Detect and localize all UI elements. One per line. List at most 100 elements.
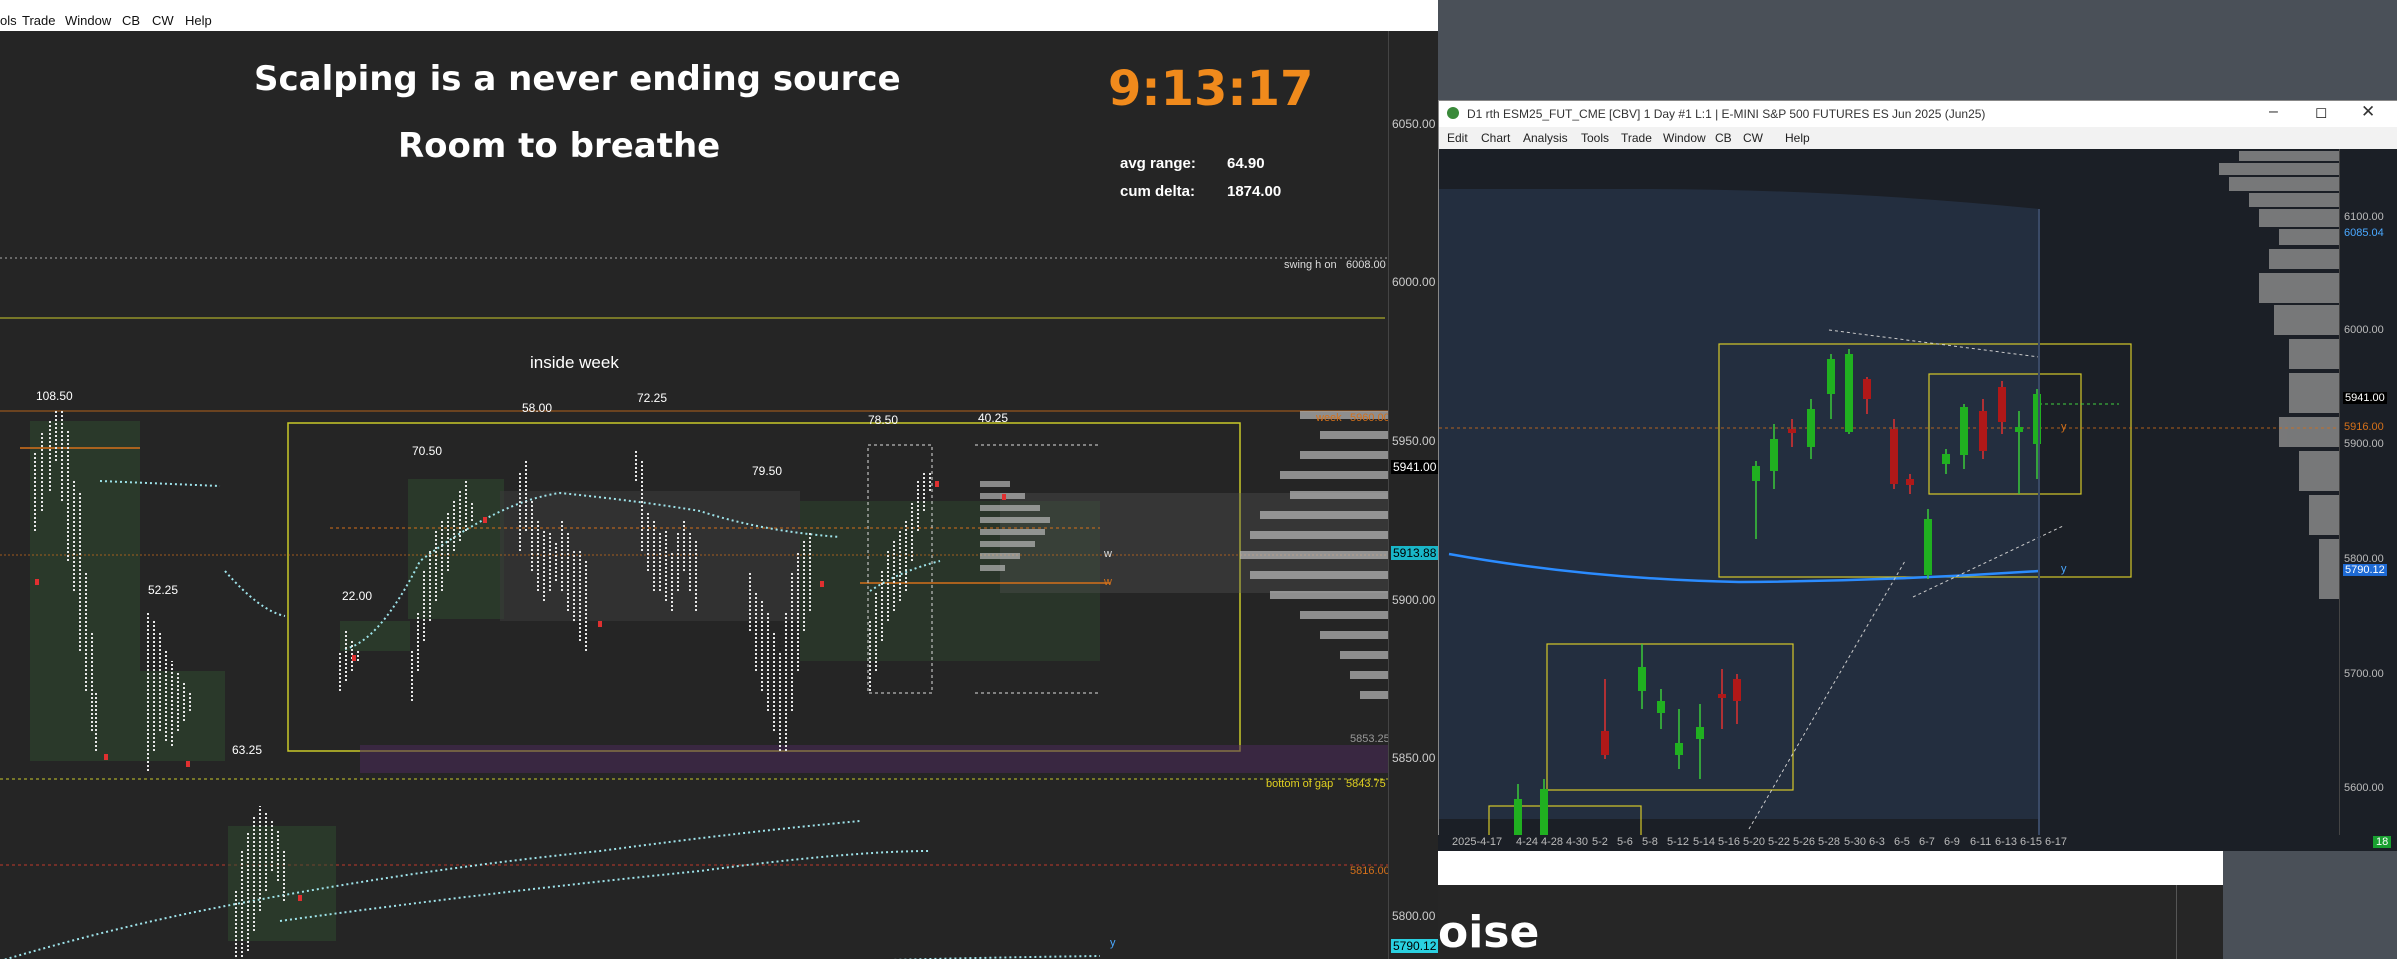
bar-label: 79.50 — [752, 464, 783, 478]
week-label: week — [1316, 412, 1342, 424]
axis-label: 5600.00 — [2344, 782, 2384, 794]
bar-label: 108.50 — [36, 389, 73, 403]
menu-tools[interactable]: ols — [0, 13, 17, 28]
left-price-axis[interactable]: 6050.00 6000.00 5950.00 5941.00 5913.88 … — [1388, 31, 1438, 959]
minimize-icon[interactable]: – — [2269, 103, 2278, 121]
date-label: 5-28 — [1818, 836, 1841, 848]
menu-help[interactable]: Help — [185, 13, 212, 28]
daily-chart[interactable]: y y — [1439, 149, 2339, 837]
axis-label: 6000.00 — [2344, 324, 2384, 336]
bar-label: 58.00 — [522, 401, 553, 415]
bottom-window: oise — [1438, 885, 2223, 959]
axis-label: 5916.00 — [2344, 421, 2384, 433]
axis-label: 5900.00 — [2344, 438, 2384, 450]
menu-analysis[interactable]: Analysis — [1523, 131, 1568, 145]
headline-2: Room to breathe — [398, 126, 721, 166]
bar-label: 22.00 — [342, 589, 373, 603]
bar-label: 63.25 — [232, 743, 263, 757]
date-label: 5-14 — [1693, 836, 1716, 848]
bar-label: 40.25 — [978, 411, 1009, 425]
date-label: 4-30 — [1566, 836, 1589, 848]
date-label: 2025-4-17 — [1452, 836, 1503, 848]
date-label: 5-8 — [1642, 836, 1658, 848]
date-label: 5-22 — [1768, 836, 1791, 848]
cum-delta-value: 1874.00 — [1227, 183, 1282, 200]
w-marker: w — [1104, 548, 1112, 560]
axis-label: 6050.00 — [1392, 117, 1436, 131]
bar-label: 78.50 — [868, 413, 899, 427]
axis-label-highlight: 5790.12 — [1391, 939, 1438, 953]
menu-trade[interactable]: Trade — [22, 13, 55, 28]
date-label: 5-26 — [1793, 836, 1816, 848]
right-title-bar: D1 rth ESM25_FUT_CME [CBV] 1 Day #1 L:1 … — [1439, 101, 2397, 127]
axis-label: 6100.00 — [2344, 211, 2384, 223]
close-icon[interactable]: ✕ — [2361, 102, 2375, 122]
daily-price-axis[interactable]: 6100.00 6085.04 6000.00 5941.00 5916.00 … — [2339, 149, 2397, 836]
axis-label: 6085.04 — [2344, 227, 2384, 239]
menu-cb[interactable]: CB — [122, 13, 140, 28]
swing-h-value: 6008.00 — [1346, 259, 1386, 271]
menu-window[interactable]: Window — [1663, 131, 1706, 145]
axis-label: 6000.00 — [1392, 275, 1436, 289]
window-title: D1 rth ESM25_FUT_CME [CBV] 1 Day #1 L:1 … — [1467, 107, 1986, 121]
date-label: 4-28 — [1541, 836, 1564, 848]
bar-label: 70.50 — [412, 444, 443, 458]
week-value: 5960.00 — [1350, 412, 1388, 424]
headline-1: Scalping is a never ending source — [254, 59, 901, 99]
level-5816: 5816.00 — [1350, 865, 1388, 877]
badge: 18 — [2373, 836, 2392, 848]
daily-chart-svg — [1439, 151, 2339, 837]
axis-label: 5800.00 — [1392, 909, 1436, 923]
date-label: 4-24 — [1516, 836, 1539, 848]
menu-cb[interactable]: CB — [1715, 131, 1732, 145]
date-label: 5-12 — [1667, 836, 1690, 848]
date-label: 6-15 — [2020, 836, 2043, 848]
date-label: 6-13 — [1995, 836, 2018, 848]
bar-label: 52.25 — [148, 583, 179, 597]
menu-help[interactable]: Help — [1785, 131, 1810, 145]
menu-trade[interactable]: Trade — [1621, 131, 1652, 145]
axis-label-current: 5941.00 — [2343, 392, 2387, 404]
date-label: 5-16 — [1718, 836, 1741, 848]
date-label: 5-6 — [1617, 836, 1633, 848]
axis-label: 5900.00 — [1392, 593, 1436, 607]
bottom-text: oise — [1438, 907, 1540, 958]
menu-cw[interactable]: CW — [152, 13, 174, 28]
menu-cw[interactable]: CW — [1743, 131, 1763, 145]
date-label: 6-7 — [1919, 836, 1935, 848]
right-menu-bar: Edit Chart Analysis Tools Trade Window C… — [1439, 127, 2397, 150]
axis-label: 5700.00 — [2344, 668, 2384, 680]
y-marker: y — [1110, 937, 1116, 949]
clock: 9:13:17 — [1108, 61, 1314, 117]
left-chart-window: ols Trade Window CB CW Help Scalping is … — [0, 0, 1438, 959]
date-label: 6-5 — [1894, 836, 1910, 848]
menu-chart[interactable]: Chart — [1481, 131, 1510, 145]
bottom-gap-value: 5843.75 — [1346, 778, 1386, 790]
left-title-bar — [0, 0, 1438, 9]
menu-tools[interactable]: Tools — [1581, 131, 1609, 145]
axis-label: 5850.00 — [1392, 751, 1436, 765]
w-marker: w — [1104, 576, 1112, 588]
avg-range-label: avg range: — [1120, 155, 1196, 172]
bar-label: 72.25 — [637, 391, 668, 405]
bottom-gap-label: bottom of gap — [1266, 778, 1334, 790]
inside-week-label: inside week — [530, 353, 619, 372]
date-label: 6-11 — [1970, 836, 1992, 848]
axis-label-current: 5941.00 — [1391, 460, 1438, 474]
date-label: 6-3 — [1869, 836, 1885, 848]
axis-label-highlight: 5913.88 — [1391, 546, 1438, 560]
maximize-icon[interactable]: ◻ — [2315, 103, 2327, 121]
left-menu-bar: ols Trade Window CB CW Help — [0, 9, 1438, 32]
level-5853: 5853.25 — [1350, 733, 1388, 745]
left-price-chart[interactable]: Scalping is a never ending source Room t… — [0, 31, 1388, 959]
date-label: 6-17 — [2045, 836, 2068, 848]
axis-label: 5950.00 — [1392, 434, 1436, 448]
cum-delta-label: cum delta: — [1120, 183, 1196, 200]
menu-window[interactable]: Window — [65, 13, 111, 28]
swing-h-label: swing h on — [1284, 259, 1337, 271]
date-axis[interactable]: 2025-4-17 4-24 4-28 4-30 5-2 5-6 5-8 5-1… — [1438, 835, 2397, 851]
avg-range-value: 64.90 — [1227, 155, 1265, 172]
axis-label-highlight: 5790.12 — [2343, 564, 2387, 576]
y-marker-blue: y — [2061, 563, 2067, 575]
menu-edit[interactable]: Edit — [1447, 131, 1468, 145]
